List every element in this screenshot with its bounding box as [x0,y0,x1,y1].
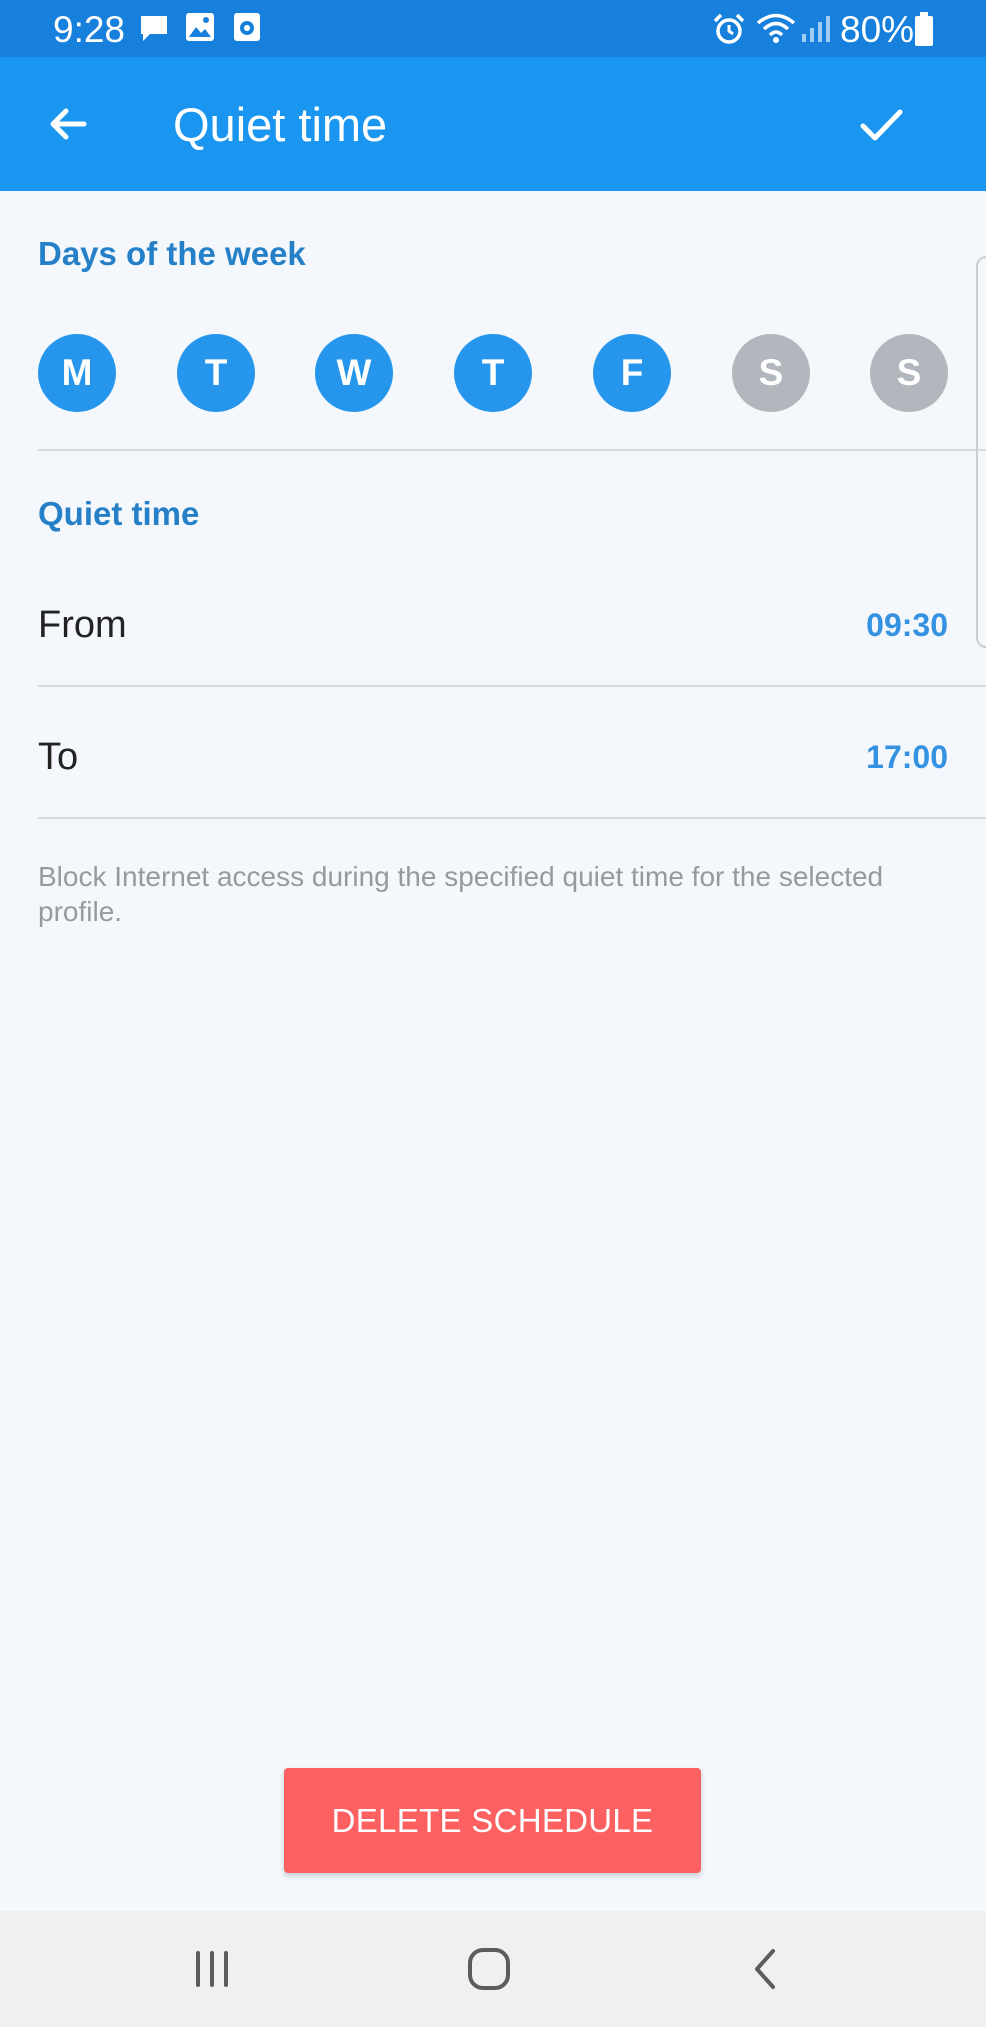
day-monday[interactable]: M [38,334,116,412]
wifi-icon [756,13,796,43]
confirm-button[interactable] [840,84,920,164]
divider [38,449,986,451]
battery-icon [915,12,933,46]
back-icon [755,1949,775,1989]
scroll-edge-indicator [976,256,986,648]
app-bar: Quiet time [0,57,986,191]
signal-icon [802,16,830,42]
delete-schedule-button[interactable]: DELETE SCHEDULE [284,1768,701,1873]
image-icon [186,13,214,41]
battery-percent: 80% [840,9,915,50]
home-icon [468,1948,510,1990]
from-label: From [38,604,127,646]
screen-record-icon [234,13,260,41]
system-nav-bar [0,1911,986,2027]
arrow-left-icon [50,108,87,140]
day-sunday[interactable]: S [870,334,948,412]
day-saturday[interactable]: S [732,334,810,412]
status-bar: 9:28 80% [0,0,986,57]
recent-apps-button[interactable] [172,1931,252,2007]
days-section-header: Days of the week [38,235,306,272]
system-back-button[interactable] [725,1931,805,2007]
divider [38,817,986,819]
day-friday[interactable]: F [593,334,671,412]
recent-apps-icon [196,1951,228,1987]
day-thursday[interactable]: T [454,334,532,412]
to-label: To [38,736,79,778]
alarm-icon [713,13,745,44]
day-wednesday[interactable]: W [315,334,393,412]
helper-text: Block Internet access during the specifi… [38,861,884,927]
days-selector: M T W T F S S [38,334,948,412]
home-button[interactable] [449,1931,529,2007]
from-time-row[interactable]: From 09:30 [38,563,948,683]
to-time-value: 17:00 [866,739,948,775]
divider [38,685,986,687]
checkmark-icon [860,109,903,141]
from-time-value: 09:30 [866,607,948,643]
to-time-row[interactable]: To 17:00 [38,695,948,815]
quiet-time-section-header: Quiet time [38,495,200,532]
page-title: Quiet time [173,98,388,151]
back-button[interactable] [28,84,108,164]
status-time: 9:28 [53,9,126,50]
message-icon [141,16,167,41]
day-tuesday[interactable]: T [177,334,255,412]
